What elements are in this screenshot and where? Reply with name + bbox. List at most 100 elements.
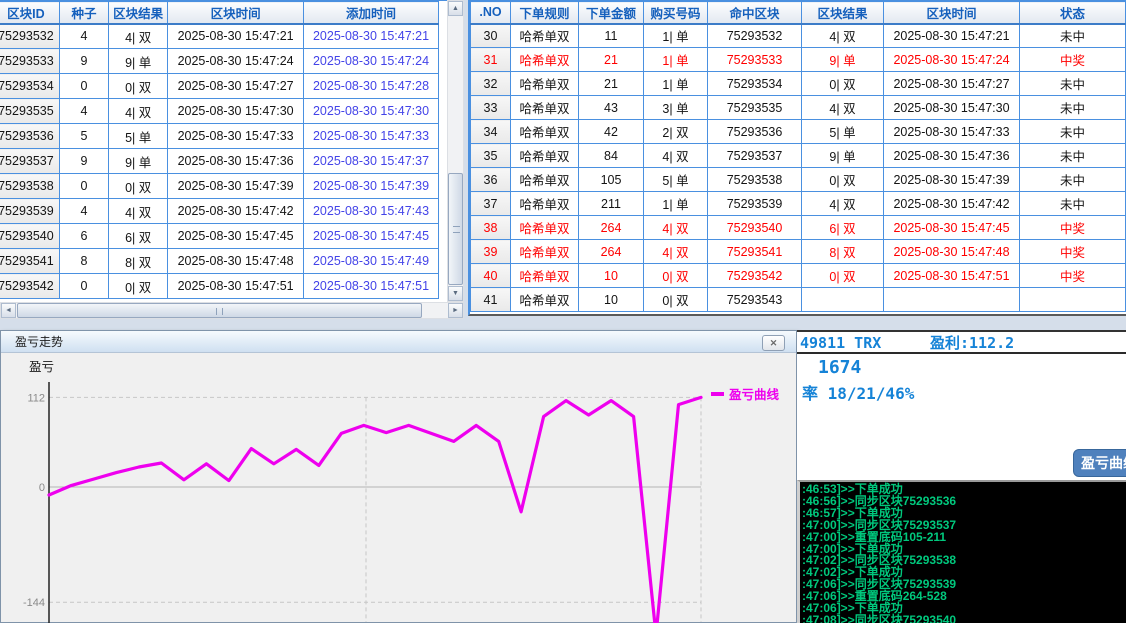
cell: 未中: [1020, 144, 1126, 168]
cell: 2025-08-30 15:47:51: [884, 264, 1020, 288]
close-icon[interactable]: ✕: [762, 335, 785, 351]
cell: 36: [471, 168, 511, 192]
scroll-up-icon[interactable]: ▲: [448, 1, 463, 16]
cell: 5: [59, 124, 108, 149]
table-row[interactable]: 34哈希单双422| 双752935365| 单2025-08-30 15:47…: [471, 120, 1126, 144]
table-row[interactable]: 36哈希单双1055| 单752935380| 双2025-08-30 15:4…: [471, 168, 1126, 192]
table-row[interactable]: 7529354066| 双2025-08-30 15:47:452025-08-…: [0, 224, 439, 249]
table-row[interactable]: 32哈希单双211| 单752935340| 双2025-08-30 15:47…: [471, 72, 1126, 96]
cell: 2025-08-30 15:47:27: [168, 74, 304, 99]
cell: 43: [579, 96, 644, 120]
table-row[interactable]: 7529353799| 单2025-08-30 15:47:362025-08-…: [0, 149, 439, 174]
block-list-vertical-scrollbar[interactable]: ▲ ▼: [447, 0, 464, 302]
table-row[interactable]: 39哈希单双2644| 双752935418| 双2025-08-30 15:4…: [471, 240, 1126, 264]
cell: 9| 单: [802, 48, 884, 72]
cell: 1| 单: [644, 192, 708, 216]
log-console[interactable]: :46:53]>>下单成功:46:56]>>同步区块75293536:46:57…: [797, 480, 1126, 623]
cell: 哈希单双: [511, 48, 579, 72]
cell: 21: [579, 48, 644, 72]
table-row[interactable]: 35哈希单双844| 双752935379| 单2025-08-30 15:47…: [471, 144, 1126, 168]
cell: 0| 双: [109, 174, 168, 199]
scroll-left-icon[interactable]: ◄: [1, 303, 16, 318]
cell: 哈希单双: [511, 264, 579, 288]
cell: 84: [579, 144, 644, 168]
vertical-scroll-thumb[interactable]: [448, 173, 463, 285]
cell: 2025-08-30 15:47:30: [304, 99, 439, 124]
cell: [802, 288, 884, 312]
column-header[interactable]: .NO: [471, 2, 511, 24]
cell: 中奖: [1020, 264, 1126, 288]
cell: 2025-08-30 15:47:39: [304, 174, 439, 199]
table-row[interactable]: 41哈希单双100| 双75293543: [471, 288, 1126, 312]
cell: 39: [471, 240, 511, 264]
cell: 2025-08-30 15:47:21: [304, 24, 439, 49]
column-header[interactable]: 区块时间: [884, 2, 1020, 24]
column-header[interactable]: 下单规则: [511, 2, 579, 24]
table-row[interactable]: 7529353544| 双2025-08-30 15:47:302025-08-…: [0, 99, 439, 124]
legend-label: 盈亏曲线: [728, 387, 780, 402]
cell: 10: [579, 264, 644, 288]
cell: 10: [579, 288, 644, 312]
table-row[interactable]: 7529353399| 单2025-08-30 15:47:242025-08-…: [0, 49, 439, 74]
column-header[interactable]: 下单金额: [579, 2, 644, 24]
cell: 2025-08-30 15:47:33: [168, 124, 304, 149]
column-header[interactable]: 区块ID: [0, 2, 59, 24]
cell: 2025-08-30 15:47:42: [168, 199, 304, 224]
table-row[interactable]: 7529353800| 双2025-08-30 15:47:392025-08-…: [0, 174, 439, 199]
horizontal-scroll-thumb[interactable]: [17, 303, 422, 318]
column-header[interactable]: 添加时间: [304, 2, 439, 24]
table-row[interactable]: 37哈希单双2111| 单752935394| 双2025-08-30 15:4…: [471, 192, 1126, 216]
cell: 哈希单双: [511, 120, 579, 144]
column-header[interactable]: 状态: [1020, 2, 1126, 24]
column-header[interactable]: 区块结果: [109, 2, 168, 24]
table-row[interactable]: 7529353655| 单2025-08-30 15:47:332025-08-…: [0, 124, 439, 149]
table-row[interactable]: 38哈希单双2644| 双752935406| 双2025-08-30 15:4…: [471, 216, 1126, 240]
cell: 4| 双: [109, 99, 168, 124]
chart-window-titlebar[interactable]: 盈亏走势: [1, 331, 796, 353]
column-header[interactable]: 命中区块: [708, 2, 802, 24]
cell: 21: [579, 72, 644, 96]
cell: 中奖: [1020, 48, 1126, 72]
cell: 75293539: [708, 192, 802, 216]
cell: 2025-08-30 15:47:33: [884, 120, 1020, 144]
cell: 未中: [1020, 72, 1126, 96]
scroll-down-icon[interactable]: ▼: [448, 286, 463, 301]
cell: 75293537: [708, 144, 802, 168]
table-row[interactable]: 7529353244| 双2025-08-30 15:47:212025-08-…: [0, 24, 439, 49]
cell: 6| 双: [109, 224, 168, 249]
cell: 2025-08-30 15:47:21: [884, 24, 1020, 48]
column-header[interactable]: 区块时间: [168, 2, 304, 24]
cell: 未中: [1020, 120, 1126, 144]
profit-curve-button[interactable]: 盈亏曲线: [1073, 449, 1126, 477]
cell: 75293538: [708, 168, 802, 192]
scroll-right-icon[interactable]: ►: [448, 303, 463, 318]
cell: 11: [579, 24, 644, 48]
cell: 9: [59, 49, 108, 74]
table-row[interactable]: 33哈希单双433| 单752935354| 双2025-08-30 15:47…: [471, 96, 1126, 120]
cell: 75293533: [708, 48, 802, 72]
cell: 264: [579, 216, 644, 240]
table-row[interactable]: 7529353944| 双2025-08-30 15:47:422025-08-…: [0, 199, 439, 224]
column-header[interactable]: 购买号码: [644, 2, 708, 24]
y-tick-label: 112: [27, 392, 45, 404]
cell: 75293535: [708, 96, 802, 120]
cell: 2025-08-30 15:47:48: [168, 249, 304, 274]
table-row[interactable]: 31哈希单双211| 单752935339| 单2025-08-30 15:47…: [471, 48, 1126, 72]
cell: 2025-08-30 15:47:39: [884, 168, 1020, 192]
cell: 2| 双: [644, 120, 708, 144]
column-header[interactable]: 种子: [59, 2, 108, 24]
table-row[interactable]: 7529354188| 双2025-08-30 15:47:482025-08-…: [0, 249, 439, 274]
cell: 31: [471, 48, 511, 72]
y-tick-label: 0: [39, 482, 45, 494]
table-row[interactable]: 7529354200| 双2025-08-30 15:47:512025-08-…: [0, 274, 439, 299]
stats-panel: 49811 TRX 盈利:112.2 1674 率 18/21/46% 盈亏曲线: [797, 330, 1126, 480]
table-row[interactable]: 7529353400| 双2025-08-30 15:47:272025-08-…: [0, 74, 439, 99]
cell: 0| 双: [802, 264, 884, 288]
column-header[interactable]: 区块结果: [802, 2, 884, 24]
table-row[interactable]: 30哈希单双111| 单752935324| 双2025-08-30 15:47…: [471, 24, 1126, 48]
cell: 4: [59, 99, 108, 124]
cell: 75293542: [708, 264, 802, 288]
cell: 8| 双: [802, 240, 884, 264]
table-row[interactable]: 40哈希单双100| 双752935420| 双2025-08-30 15:47…: [471, 264, 1126, 288]
block-list-horizontal-scrollbar[interactable]: ◄ ►: [0, 302, 464, 319]
